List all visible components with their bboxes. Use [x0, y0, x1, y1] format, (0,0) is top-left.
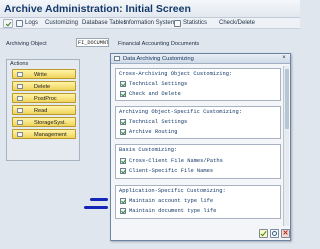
group-cross-archiving: Cross-Archiving Object Customizing: Tech… — [115, 68, 281, 101]
check-icon — [120, 198, 126, 204]
dialog-scrollbar[interactable] — [283, 66, 289, 226]
logs-icon — [16, 20, 23, 27]
item-label: Technical Settings — [129, 81, 188, 87]
group-application-specific: Application-Specific Customizing: Mainta… — [115, 185, 281, 219]
menu-item-customizing[interactable]: Customizing — [45, 20, 78, 26]
management-button[interactable]: Management — [12, 129, 76, 139]
archiving-object-input[interactable]: FI_DOCUMNT — [76, 38, 109, 47]
title-bar: Archive Administration: Initial Screen — [0, 0, 300, 18]
dialog-title: Data Archiving Customizing — [123, 56, 194, 62]
write-icon — [17, 71, 23, 77]
item-label: Cross-Client File Names/Paths — [129, 158, 223, 164]
item-label: Check and Delete — [129, 91, 181, 97]
item-label: Client-Specific File Names — [129, 168, 214, 174]
management-label: Management — [34, 131, 67, 138]
archiving-object-description: Financial Accounting Documents — [118, 41, 200, 47]
read-label: Read — [34, 107, 48, 114]
group-title: Archiving Object-Specific Customizing: — [119, 109, 242, 115]
archiving-object-label: Archiving Object — [6, 41, 47, 47]
storage-icon — [17, 119, 23, 125]
postproc-label: PostProc — [34, 95, 57, 102]
search-button[interactable] — [270, 229, 279, 238]
group-object-specific: Archiving Object-Specific Customizing: T… — [115, 106, 281, 139]
check-icon — [120, 91, 126, 97]
checkmark-icon[interactable] — [3, 19, 13, 28]
menu-item-information-system[interactable]: Information System — [124, 20, 176, 26]
annotation-arrow — [90, 198, 108, 201]
check-icon — [120, 129, 126, 135]
delete-icon — [17, 83, 23, 89]
ok-button[interactable] — [259, 229, 268, 238]
management-icon — [17, 131, 23, 137]
group-title: Application-Specific Customizing: — [119, 188, 226, 194]
write-label: Write — [34, 71, 47, 78]
dialog-icon — [114, 56, 120, 61]
storage-system-label: StorageSyst. — [34, 119, 67, 126]
check-icon — [120, 158, 126, 164]
postproc-icon — [17, 95, 23, 101]
actions-title: Actions — [10, 61, 29, 67]
check-icon — [120, 208, 126, 214]
item-label: Maintain account type life — [129, 198, 214, 204]
menu-item-statistics[interactable]: Statistics — [183, 20, 207, 26]
group-basis: Basis Customizing: Cross-Client File Nam… — [115, 144, 281, 179]
read-icon — [17, 107, 23, 113]
cancel-button[interactable]: ✕ — [281, 229, 290, 238]
actions-panel: Actions Write Delete PostProc Read Stora… — [6, 59, 80, 161]
item-label: Maintain document type life — [129, 208, 217, 214]
check-icon — [120, 81, 126, 87]
storage-system-button[interactable]: StorageSyst. — [12, 117, 76, 127]
delete-label: Delete — [34, 83, 51, 90]
item-label: Technical Settings — [129, 119, 188, 125]
scroll-thumb[interactable] — [285, 69, 289, 129]
delete-button[interactable]: Delete — [12, 81, 76, 91]
postproc-button[interactable]: PostProc — [12, 93, 76, 103]
dialog-title-bar: Data Archiving Customizing × — [111, 54, 290, 64]
read-button[interactable]: Read — [12, 105, 76, 115]
menu-item-check-delete[interactable]: Check/Delete — [219, 20, 255, 26]
write-button[interactable]: Write — [12, 69, 76, 79]
close-icon[interactable]: × — [280, 55, 288, 62]
item-label: Archive Routing — [129, 129, 178, 135]
menu-item-database-tables[interactable]: Database Tables — [82, 20, 127, 26]
menu-item-logs[interactable]: Logs — [25, 20, 38, 26]
annotation-arrow — [84, 206, 108, 209]
group-title: Basis Customizing: — [119, 147, 178, 153]
check-icon — [120, 119, 126, 125]
customizing-dialog: Data Archiving Customizing × Cross-Archi… — [110, 53, 291, 241]
statistics-icon — [174, 20, 181, 27]
window-title: Archive Administration: Initial Screen — [4, 3, 191, 15]
menu-bar: Logs Customizing Database Tables Informa… — [0, 18, 300, 29]
archiving-object-row: Archiving Object FI_DOCUMNT Financial Ac… — [0, 29, 300, 47]
check-icon — [120, 168, 126, 174]
group-title: Cross-Archiving Object Customizing: — [119, 71, 233, 77]
